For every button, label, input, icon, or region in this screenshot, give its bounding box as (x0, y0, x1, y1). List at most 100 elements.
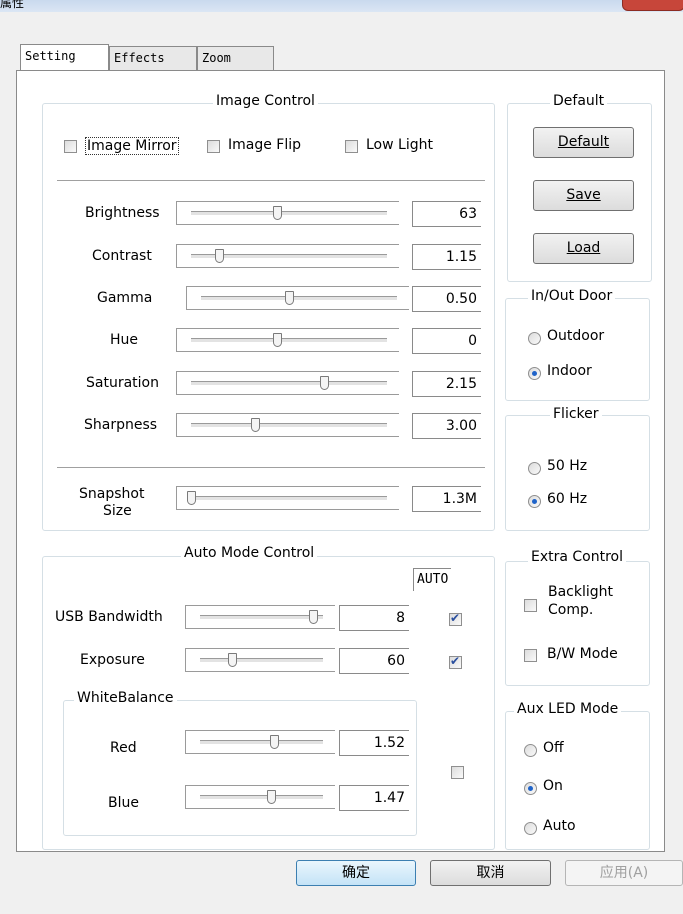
image-control-title: Image Control (213, 93, 318, 109)
auto-header: AUTO (413, 568, 452, 591)
brightness-value: 63 (412, 201, 481, 227)
hue-label: Hue (110, 332, 139, 348)
snapshot-size-slider[interactable] (176, 486, 399, 510)
snapshot-label: Snapshot (79, 486, 145, 502)
load-button[interactable]: Load (533, 233, 634, 264)
cancel-button[interactable]: 取消 (430, 860, 551, 886)
snapshot-size-value: 1.3M (412, 486, 481, 512)
backlight-checkbox[interactable] (524, 599, 537, 612)
exposure-slider[interactable] (185, 648, 335, 672)
usb-bandwidth-auto-checkbox[interactable] (449, 611, 462, 626)
aux-on-radio[interactable] (524, 782, 537, 795)
aux-off-radio[interactable] (524, 744, 537, 757)
usb-bandwidth-slider[interactable] (185, 605, 335, 629)
slider-thumb[interactable] (270, 735, 279, 749)
bw-mode-checkbox[interactable] (524, 649, 537, 662)
slider-track (200, 740, 323, 745)
gamma-label: Gamma (97, 290, 153, 306)
gamma-slider[interactable] (186, 286, 409, 310)
slider-track (200, 658, 323, 663)
default-button-label: Default (557, 134, 610, 150)
saturation-value: 2.15 (412, 371, 481, 397)
slider-track (201, 296, 397, 301)
divider (57, 180, 485, 182)
saturation-label: Saturation (86, 375, 159, 391)
whitebalance-auto-checkbox[interactable] (451, 766, 464, 779)
outdoor-radio[interactable] (528, 332, 541, 345)
save-button-label: Save (566, 187, 601, 203)
slider-thumb[interactable] (267, 790, 276, 804)
window-title: 属性 (0, 0, 25, 10)
image-mirror-checkbox[interactable] (64, 140, 77, 153)
save-button[interactable]: Save (533, 180, 634, 211)
extra-control-title: Extra Control (528, 549, 627, 565)
image-mirror-label[interactable]: Image Mirror (85, 137, 179, 155)
default-group-title: Default (550, 93, 608, 109)
slider-thumb[interactable] (285, 291, 294, 305)
aux-led-title: Aux LED Mode (514, 701, 622, 717)
slider-thumb[interactable] (309, 610, 318, 624)
red-slider[interactable] (185, 730, 335, 754)
exposure-auto-checkbox[interactable] (449, 654, 462, 669)
slider-track (191, 211, 387, 216)
apply-button[interactable]: 应用(A) (565, 860, 683, 886)
slider-track (191, 496, 387, 501)
low-light-checkbox[interactable] (345, 140, 358, 153)
slider-thumb[interactable] (228, 653, 237, 667)
low-light-label[interactable]: Low Light (366, 137, 433, 153)
close-button[interactable] (622, 0, 683, 11)
backlight-comp-label[interactable]: Comp. (548, 602, 593, 618)
divider (57, 467, 485, 469)
slider-thumb[interactable] (251, 418, 260, 432)
title-bar (0, 0, 683, 12)
image-flip-label[interactable]: Image Flip (228, 137, 301, 153)
slider-thumb[interactable] (215, 249, 224, 263)
sharpness-value: 3.00 (412, 413, 481, 439)
slider-track (191, 423, 387, 428)
60hz-radio[interactable] (528, 495, 541, 508)
saturation-slider[interactable] (176, 371, 399, 395)
tab-zoom[interactable]: Zoom (197, 46, 274, 70)
image-flip-checkbox[interactable] (207, 140, 220, 153)
indoor-radio[interactable] (528, 367, 541, 380)
hue-slider[interactable] (176, 328, 399, 352)
inout-door-title: In/Out Door (528, 288, 616, 304)
indoor-label[interactable]: Indoor (547, 363, 592, 379)
tab-effects[interactable]: Effects (109, 46, 197, 70)
sharpness-label: Sharpness (84, 417, 158, 433)
blue-value: 1.47 (339, 785, 409, 811)
outdoor-label[interactable]: Outdoor (547, 328, 604, 344)
flicker-title: Flicker (550, 406, 602, 422)
sharpness-slider[interactable] (176, 413, 399, 437)
default-button[interactable]: Default (533, 127, 634, 158)
aux-on-label[interactable]: On (543, 778, 563, 794)
slider-thumb[interactable] (187, 491, 196, 505)
red-value: 1.52 (339, 730, 409, 756)
ok-button[interactable]: 确定 (296, 860, 416, 886)
aux-auto-label[interactable]: Auto (543, 818, 576, 834)
usb-bandwidth-label: USB Bandwidth (55, 609, 163, 625)
aux-off-label[interactable]: Off (543, 740, 564, 756)
brightness-label: Brightness (85, 205, 160, 221)
brightness-slider[interactable] (176, 201, 399, 225)
slider-track (200, 615, 323, 620)
50hz-label[interactable]: 50 Hz (547, 458, 587, 474)
usb-bandwidth-value: 8 (339, 605, 409, 631)
bw-mode-label[interactable]: B/W Mode (547, 646, 618, 662)
backlight-label[interactable]: Backlight (548, 584, 613, 600)
slider-track (191, 381, 387, 386)
slider-thumb[interactable] (273, 206, 282, 220)
auto-mode-title: Auto Mode Control (181, 545, 318, 561)
slider-thumb[interactable] (273, 333, 282, 347)
blue-slider[interactable] (185, 785, 335, 809)
tab-setting[interactable]: Setting (20, 44, 109, 70)
gamma-value: 0.50 (412, 286, 481, 312)
hue-value: 0 (412, 328, 481, 354)
contrast-value: 1.15 (412, 244, 481, 270)
60hz-label[interactable]: 60 Hz (547, 491, 587, 507)
slider-thumb[interactable] (320, 376, 329, 390)
contrast-slider[interactable] (176, 244, 399, 268)
50hz-radio[interactable] (528, 462, 541, 475)
extra-control-group (505, 561, 650, 686)
aux-auto-radio[interactable] (524, 822, 537, 835)
